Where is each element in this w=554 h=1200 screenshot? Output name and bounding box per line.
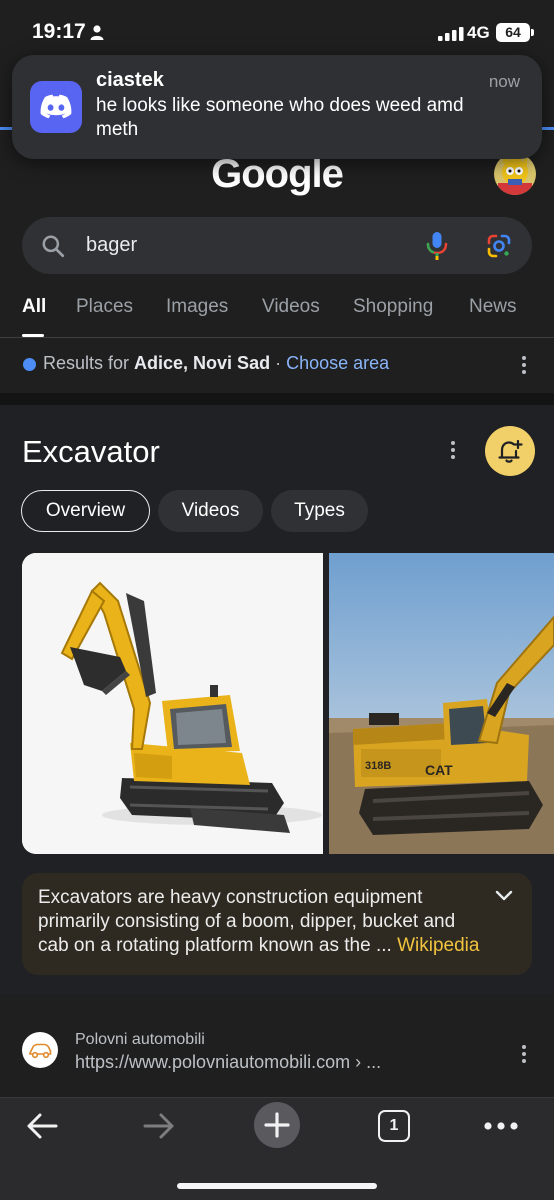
result-more-icon[interactable]: [521, 1045, 527, 1065]
tab-switcher-button[interactable]: 1: [378, 1110, 410, 1142]
more-options-icon[interactable]: [484, 1122, 518, 1130]
result-site-name: Polovni automobili: [75, 1031, 205, 1048]
tab-images[interactable]: Images: [166, 296, 228, 318]
bell-plus-icon: [498, 439, 523, 463]
description-text: Excavators are heavy construction equipm…: [38, 886, 488, 958]
search-input[interactable]: bager: [86, 234, 137, 257]
account-avatar[interactable]: [494, 153, 536, 195]
excavator-model-text: 318B: [365, 760, 391, 772]
location-more-icon[interactable]: [521, 356, 527, 376]
result-url[interactable]: https://www.polovniautomobili.com › ...: [75, 1052, 381, 1073]
knowledge-panel: Excavator Overview Videos Types 318B CAT…: [0, 405, 554, 995]
location-row: Results for Adice, Novi Sad · Choose are…: [0, 352, 554, 378]
home-indicator[interactable]: [177, 1183, 377, 1189]
chip-overview[interactable]: Overview: [21, 490, 150, 532]
search-tabs: All Places Images Videos Shopping News: [0, 296, 554, 337]
status-time: 19:17: [32, 20, 86, 43]
knowledge-panel-title: Excavator: [22, 434, 160, 469]
excavator-image-2[interactable]: 318B CAT: [329, 553, 554, 854]
description-body: Excavators are heavy construction equipm…: [38, 887, 456, 956]
person-icon: [90, 25, 104, 40]
description-box[interactable]: Excavators are heavy construction equipm…: [22, 873, 532, 975]
back-arrow-icon[interactable]: [26, 1112, 58, 1140]
discord-icon: [30, 81, 82, 133]
google-lens-icon[interactable]: [486, 233, 512, 259]
new-tab-plus-icon[interactable]: [254, 1102, 300, 1148]
site-favicon: [22, 1032, 58, 1068]
notification-message: he looks like someone who does weed amd …: [96, 95, 464, 140]
tab-videos[interactable]: Videos: [262, 296, 320, 318]
wikipedia-link[interactable]: Wikipedia: [397, 935, 479, 956]
location-separator: ·: [270, 353, 287, 373]
search-result[interactable]: Polovni automobili https://www.polovniau…: [0, 1015, 554, 1095]
search-bar[interactable]: bager: [22, 217, 532, 274]
tab-shopping[interactable]: Shopping: [353, 296, 433, 318]
location-text: Results for Adice, Novi Sad · Choose are…: [43, 353, 389, 374]
excavator-image-1[interactable]: [22, 553, 323, 854]
cat-logo-text: CAT: [425, 762, 453, 778]
tab-all[interactable]: All: [22, 296, 46, 318]
follow-bell-button[interactable]: [485, 426, 535, 476]
signal-icon: [438, 27, 464, 41]
notification-banner[interactable]: ciastek now he looks like someone who do…: [12, 55, 542, 159]
notification-time: now: [488, 72, 520, 91]
tab-news[interactable]: News: [469, 296, 517, 318]
location-prefix: Results for: [43, 353, 135, 373]
choose-area-link[interactable]: Choose area: [286, 353, 389, 373]
chip-videos[interactable]: Videos: [158, 490, 263, 532]
microphone-icon[interactable]: [426, 232, 448, 260]
location-place: Adice, Novi Sad: [134, 353, 271, 373]
network-label: 4G: [467, 23, 490, 42]
browser-bottom-bar: 1: [0, 1097, 554, 1200]
chevron-down-icon[interactable]: [494, 889, 514, 903]
section-gap: [0, 393, 554, 405]
knowledge-more-icon[interactable]: [450, 441, 456, 461]
chip-types[interactable]: Types: [271, 490, 368, 532]
search-icon[interactable]: [40, 233, 66, 259]
battery-icon: 64: [496, 23, 534, 42]
notification-app-name: ciastek: [96, 69, 164, 91]
tabs-divider: [0, 337, 554, 338]
forward-arrow-icon[interactable]: [143, 1112, 175, 1140]
location-dot-icon: [23, 358, 36, 371]
tab-places[interactable]: Places: [76, 296, 133, 318]
